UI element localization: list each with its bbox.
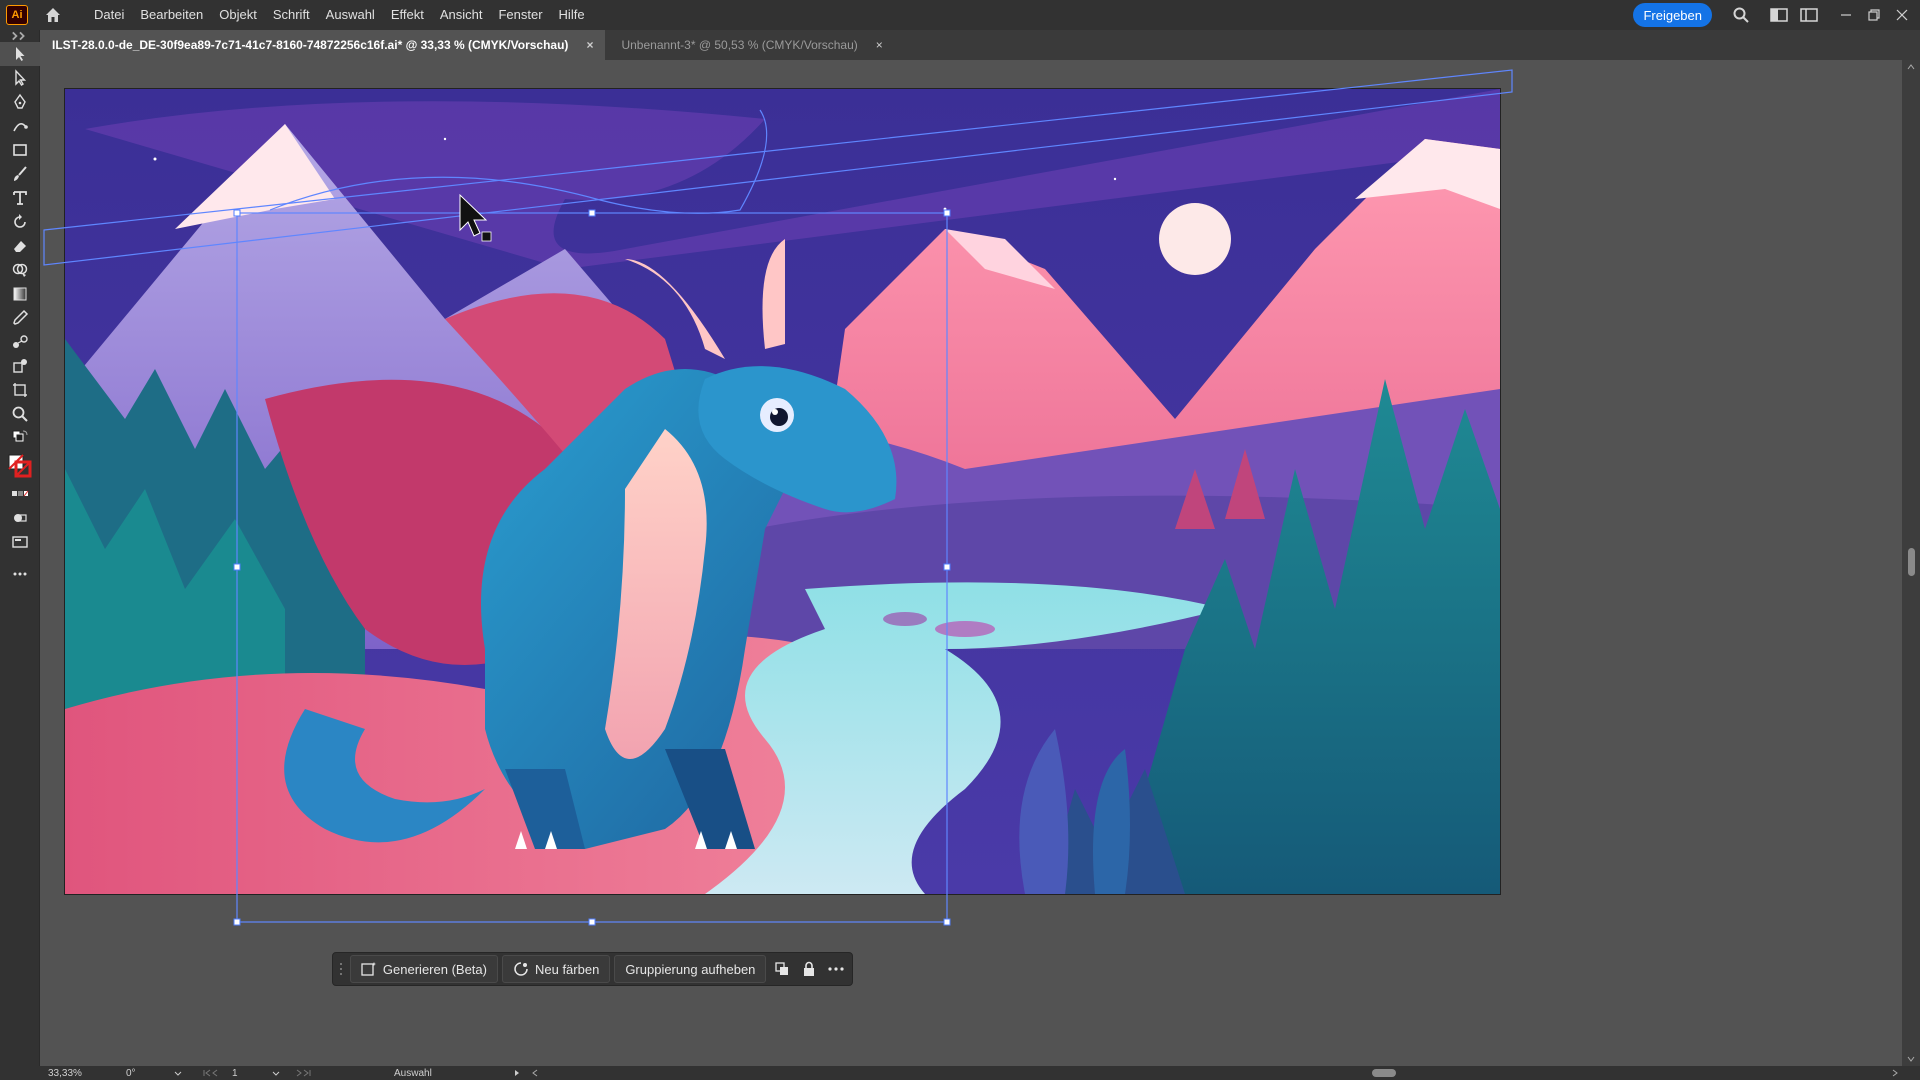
selection-handle[interactable] (588, 918, 596, 926)
rectangle-tool-icon[interactable] (0, 138, 40, 162)
arrange-icon[interactable] (770, 955, 793, 983)
close-tab-icon[interactable]: × (586, 38, 593, 52)
current-tool: Auswahl (388, 1066, 512, 1080)
menu-bar: Ai Datei Bearbeiten Objekt Schrift Auswa… (0, 0, 1920, 30)
main-menu: Datei Bearbeiten Objekt Schrift Auswahl … (86, 0, 593, 30)
screen-mode-icon[interactable] (0, 530, 40, 554)
artboard[interactable] (65, 89, 1500, 894)
tools-panel (0, 30, 40, 1066)
scroll-down-icon[interactable] (1907, 1056, 1915, 1062)
close-window-icon[interactable] (1888, 0, 1916, 30)
menu-effect[interactable]: Effekt (383, 0, 432, 30)
last-artboard-icon[interactable] (290, 1069, 312, 1077)
menu-object[interactable]: Objekt (211, 0, 265, 30)
first-artboard-icon[interactable] (202, 1069, 224, 1077)
drawing-mode-icon[interactable] (0, 506, 40, 530)
chevron-down-icon (174, 1071, 181, 1076)
fill-stroke-swatch[interactable] (0, 450, 40, 482)
symbol-sprayer-tool-icon[interactable] (0, 354, 40, 378)
app-logo: Ai (6, 5, 28, 25)
vertical-scrollbar[interactable] (1902, 60, 1920, 1066)
close-tab-icon[interactable]: × (876, 38, 883, 52)
direct-selection-tool-icon[interactable] (0, 66, 40, 90)
shape-builder-tool-icon[interactable] (0, 258, 40, 282)
share-button[interactable]: Freigeben (1633, 3, 1712, 27)
scroll-left-icon[interactable] (532, 1069, 538, 1077)
rotation-value: 0° (126, 1067, 136, 1079)
panel-collapse-icon[interactable] (0, 30, 40, 42)
more-options-icon[interactable] (825, 955, 848, 983)
document-tab-bar: ILST-28.0.0-de_DE-30f9ea89-7c71-41c7-816… (40, 30, 1920, 60)
contextual-task-bar: Generieren (Beta) Neu färben Gruppierung… (332, 952, 853, 986)
recolor-icon (514, 962, 528, 976)
lock-icon[interactable] (798, 955, 821, 983)
arrange-documents-icon[interactable] (1764, 0, 1794, 30)
menu-type[interactable]: Schrift (265, 0, 318, 30)
menu-edit[interactable]: Bearbeiten (132, 0, 211, 30)
menu-window[interactable]: Fenster (490, 0, 550, 30)
default-colors-icon[interactable] (0, 426, 40, 450)
ungroup-label: Gruppierung aufheben (625, 961, 756, 977)
document-tab-active[interactable]: ILST-28.0.0-de_DE-30f9ea89-7c71-41c7-816… (40, 30, 606, 60)
search-icon[interactable] (1726, 0, 1756, 30)
eyedropper-tool-icon[interactable] (0, 306, 40, 330)
gradient-tool-icon[interactable] (0, 282, 40, 306)
paintbrush-tool-icon[interactable] (0, 162, 40, 186)
tab-title: ILST-28.0.0-de_DE-30f9ea89-7c71-41c7-816… (52, 38, 569, 52)
artboard-tool-icon[interactable] (0, 378, 40, 402)
recolor-button[interactable]: Neu färben (501, 955, 611, 983)
workspace-icon[interactable] (1794, 0, 1824, 30)
type-tool-icon[interactable] (0, 186, 40, 210)
menu-help[interactable]: Hilfe (551, 0, 593, 30)
zoom-level[interactable]: 33,33% (0, 1066, 92, 1080)
drag-handle-icon[interactable] (337, 955, 346, 983)
edit-toolbar-icon[interactable] (0, 562, 40, 586)
selection-tool-icon[interactable] (0, 42, 40, 66)
color-mode-icon[interactable] (0, 482, 40, 506)
blend-tool-icon[interactable] (0, 330, 40, 354)
chevron-down-icon[interactable] (272, 1071, 280, 1076)
horizontal-scroll-thumb[interactable] (1372, 1069, 1396, 1077)
canvas[interactable]: Generieren (Beta) Neu färben Gruppierung… (40, 60, 1902, 1066)
menu-file[interactable]: Datei (86, 0, 132, 30)
menubar-right: Freigeben (1633, 0, 1920, 30)
generate-button[interactable]: Generieren (Beta) (349, 955, 498, 983)
tab-title: Unbenannt-3* @ 50,53 % (CMYK/Vorschau) (621, 38, 858, 52)
curvature-tool-icon[interactable] (0, 114, 40, 138)
current-tool-name: Auswahl (394, 1067, 432, 1079)
selection-handle[interactable] (233, 918, 241, 926)
rotation-field[interactable]: 0° (120, 1066, 190, 1080)
ungroup-button[interactable]: Gruppierung aufheben (614, 955, 767, 983)
status-bar: 33,33% 0° 1 Auswahl (0, 1066, 1920, 1080)
scroll-right-icon[interactable] (1892, 1069, 1898, 1077)
zoom-value: 33,33% (48, 1067, 82, 1079)
rotate-tool-icon[interactable] (0, 210, 40, 234)
document-tab[interactable]: Unbenannt-3* @ 50,53 % (CMYK/Vorschau) × (609, 30, 895, 60)
status-menu-icon[interactable] (514, 1069, 520, 1077)
menu-select[interactable]: Auswahl (318, 0, 383, 30)
pen-tool-icon[interactable] (0, 90, 40, 114)
home-icon[interactable] (42, 4, 64, 26)
restore-icon[interactable] (1860, 0, 1888, 30)
artboard-navigation: 1 (196, 1066, 318, 1080)
artboard-number[interactable]: 1 (232, 1068, 272, 1079)
scroll-up-icon[interactable] (1907, 64, 1915, 70)
minimize-icon[interactable] (1832, 0, 1860, 30)
recolor-label: Neu färben (534, 961, 600, 977)
zoom-tool-icon[interactable] (0, 402, 40, 426)
dragon-illustration (65, 89, 1500, 894)
menu-view[interactable]: Ansicht (432, 0, 491, 30)
selection-handle[interactable] (943, 918, 951, 926)
eraser-tool-icon[interactable] (0, 234, 40, 258)
generate-label: Generieren (Beta) (382, 961, 487, 977)
vertical-scroll-thumb[interactable] (1908, 548, 1915, 576)
generate-icon (361, 962, 377, 976)
